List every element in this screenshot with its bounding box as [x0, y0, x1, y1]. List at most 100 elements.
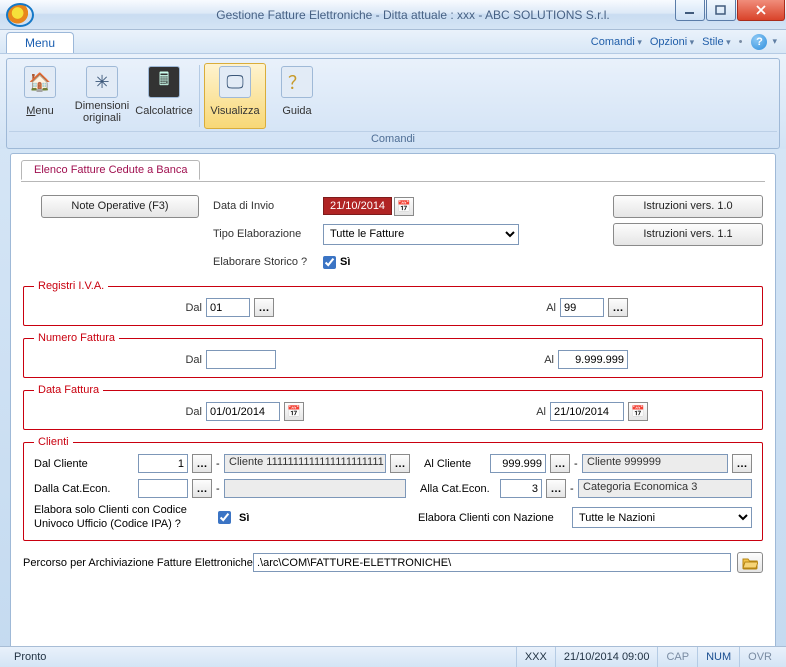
help-icon[interactable]: ?: [751, 34, 767, 50]
menu-stile[interactable]: Stile: [699, 34, 733, 50]
label-al-cliente: Al Cliente: [424, 458, 486, 470]
minimize-button[interactable]: [675, 0, 705, 21]
label-storico: Elaborare Storico ?: [213, 256, 323, 268]
label-dal-cliente: Dal Cliente: [34, 458, 134, 470]
data-invio-field[interactable]: 21/10/2014: [323, 197, 392, 215]
label-nazione: Elabora Clienti con Nazione: [418, 512, 568, 524]
istruzioni-10-button[interactable]: Istruzioni vers. 1.0: [613, 195, 763, 218]
ribbon-dimensioni-button[interactable]: ✳ Dimensioni originali: [71, 63, 133, 129]
alla-cat-lookup-button[interactable]: …: [546, 479, 566, 498]
label-tipo-elab: Tipo Elaborazione: [213, 228, 323, 240]
reg-dal-input[interactable]: [206, 298, 250, 317]
ribbon-visualizza-button[interactable]: 🖵 Visualizza: [204, 63, 266, 129]
label-dalla-cat: Dalla Cat.Econ.: [34, 483, 134, 495]
label-data-al: Al: [516, 406, 546, 418]
percorso-input[interactable]: [253, 553, 731, 572]
percorso-browse-button[interactable]: [737, 552, 763, 573]
help-book-icon: ？: [281, 66, 313, 98]
status-datetime: 21/10/2014 09:00: [555, 647, 658, 667]
label-num-dal: Dal: [34, 354, 202, 366]
reg-dal-lookup-button[interactable]: …: [254, 298, 274, 317]
al-cliente-desc-lookup-button[interactable]: …: [732, 454, 752, 473]
reg-al-lookup-button[interactable]: …: [608, 298, 628, 317]
al-cliente-lookup-button[interactable]: …: [550, 454, 570, 473]
data-al-calendar-button[interactable]: 📅: [628, 402, 648, 421]
ribbon-calcolatrice-label: Calcolatrice: [135, 100, 192, 122]
num-dal-input[interactable]: [206, 350, 276, 369]
menu-comandi[interactable]: Comandi: [588, 34, 645, 50]
ribbon-group-label: Comandi: [9, 131, 777, 148]
label-data-invio: Data di Invio: [213, 200, 323, 212]
tab-elenco-fatture[interactable]: Elenco Fatture Cedute a Banca: [21, 160, 200, 180]
dal-cliente-input[interactable]: [138, 454, 188, 473]
tipo-elaborazione-select[interactable]: Tutte le Fatture: [323, 224, 519, 245]
storico-si-label: Sì: [340, 256, 350, 268]
legend-numfatt: Numero Fattura: [34, 332, 119, 344]
app-icon: [6, 3, 34, 27]
fieldset-clienti: Clienti Dal Cliente … - Cliente 11111111…: [23, 436, 763, 541]
nazione-select[interactable]: Tutte le Nazioni: [572, 507, 752, 528]
ribbon-menu-button[interactable]: 🏠 Menu: [9, 63, 71, 129]
maximize-button[interactable]: [706, 0, 736, 21]
home-icon: 🏠: [24, 66, 56, 98]
tab-strip: Elenco Fatture Cedute a Banca: [21, 160, 765, 182]
window-controls: [675, 0, 786, 21]
label-reg-al: Al: [526, 302, 556, 314]
data-al-input[interactable]: [550, 402, 624, 421]
dalla-cat-lookup-button[interactable]: …: [192, 479, 212, 498]
al-cliente-desc: Cliente 999999: [582, 454, 728, 473]
ribbon: 🏠 Menu ✳ Dimensioni originali 🖩 Calcolat…: [6, 58, 780, 149]
ribbon-guida-button[interactable]: ？ Guida: [266, 63, 328, 129]
menubar-right: Comandi Opzioni Stile • ? ▾: [588, 30, 780, 53]
monitor-icon: 🖵: [219, 66, 251, 98]
legend-clienti: Clienti: [34, 436, 73, 448]
label-data-dal: Dal: [34, 406, 202, 418]
ipa-checkbox[interactable]: [218, 511, 231, 524]
dalla-cat-input[interactable]: [138, 479, 188, 498]
reg-al-input[interactable]: [560, 298, 604, 317]
ribbon-menu-label: enu: [35, 105, 53, 117]
ribbon-dimensioni-label: Dimensioni originali: [74, 100, 130, 124]
legend-registri: Registri I.V.A.: [34, 280, 108, 292]
menu-opzioni[interactable]: Opzioni: [647, 34, 697, 50]
status-cap: CAP: [657, 647, 697, 667]
status-user: XXX: [516, 647, 555, 667]
label-percorso: Percorso per Archiviazione Fatture Elett…: [23, 557, 253, 569]
legend-datafatt: Data Fattura: [34, 384, 103, 396]
storico-checkbox[interactable]: [323, 256, 336, 269]
ribbon-visualizza-label: Visualizza: [210, 100, 259, 122]
al-cliente-input[interactable]: [490, 454, 546, 473]
fieldset-data-fattura: Data Fattura Dal 📅 Al 📅: [23, 384, 763, 430]
label-alla-cat: Alla Cat.Econ.: [420, 483, 496, 495]
fieldset-registri-iva: Registri I.V.A. Dal … Al …: [23, 280, 763, 326]
istruzioni-11-button[interactable]: Istruzioni vers. 1.1: [613, 223, 763, 246]
close-button[interactable]: [737, 0, 785, 21]
fieldset-numero-fattura: Numero Fattura Dal Al: [23, 332, 763, 378]
dal-cliente-lookup-button[interactable]: …: [192, 454, 212, 473]
calculator-icon: 🖩: [148, 66, 180, 98]
content-frame: Elenco Fatture Cedute a Banca Note Opera…: [10, 153, 776, 659]
note-operative-button[interactable]: Note Operative (F3): [41, 195, 199, 218]
alla-cat-input[interactable]: [500, 479, 542, 498]
menubar: Menu Comandi Opzioni Stile • ? ▾: [0, 30, 786, 54]
dal-cliente-desc-lookup-button[interactable]: …: [390, 454, 410, 473]
alla-cat-desc: Categoria Economica 3: [578, 479, 752, 498]
label-num-al: Al: [524, 354, 554, 366]
num-al-input[interactable]: [558, 350, 628, 369]
resize-icon: ✳: [86, 66, 118, 98]
ipa-si-label: Sì: [239, 512, 249, 524]
ribbon-calcolatrice-button[interactable]: 🖩 Calcolatrice: [133, 63, 195, 129]
label-reg-dal: Dal: [34, 302, 202, 314]
status-num: NUM: [697, 647, 739, 667]
status-ready: Pronto: [6, 647, 516, 667]
window-titlebar: Gestione Fatture Elettroniche - Ditta at…: [0, 0, 786, 30]
dalla-cat-desc: [224, 479, 406, 498]
status-bar: Pronto XXX 21/10/2014 09:00 CAP NUM OVR: [0, 646, 786, 667]
data-dal-input[interactable]: [206, 402, 280, 421]
data-dal-calendar-button[interactable]: 📅: [284, 402, 304, 421]
data-invio-calendar-button[interactable]: 📅: [394, 197, 414, 216]
menu-tab[interactable]: Menu: [6, 32, 74, 53]
ribbon-guida-label: Guida: [282, 100, 311, 122]
label-ipa: Elabora solo Clienti con Codice Univoco …: [34, 504, 214, 532]
dal-cliente-desc: Cliente 1111111111111111111111: [224, 454, 386, 473]
